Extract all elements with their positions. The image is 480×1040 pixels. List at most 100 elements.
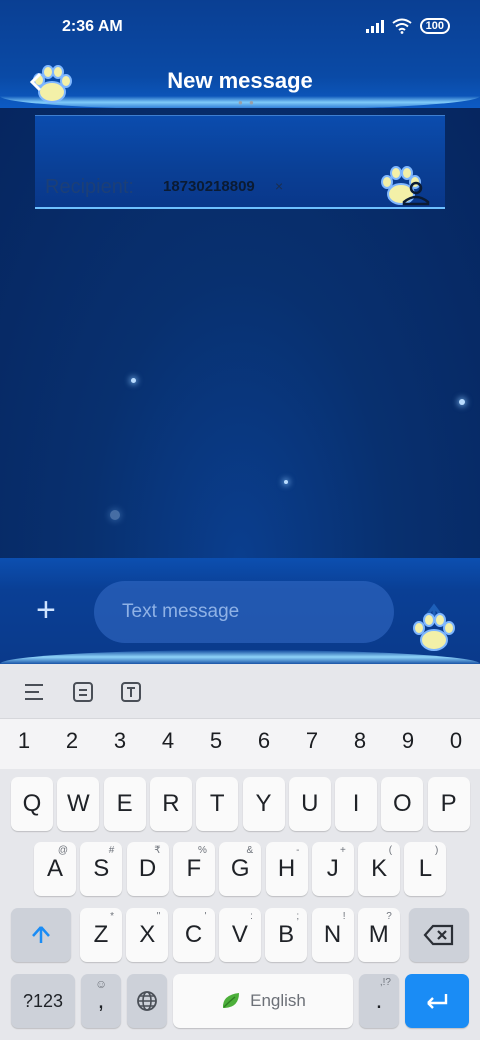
key-r-label: R xyxy=(162,790,180,817)
recipient-label: Recipient: xyxy=(45,176,134,198)
key-p-label: P xyxy=(440,790,457,817)
leaf-icon xyxy=(223,993,240,1008)
key-f-hint: % xyxy=(197,845,207,856)
key-g-hint: & xyxy=(246,845,254,856)
key-h-hint: - xyxy=(296,845,300,856)
key-g[interactable]: G & xyxy=(219,842,262,896)
backspace-key[interactable] xyxy=(409,908,469,962)
period-key-label: . xyxy=(375,987,383,1014)
key-a-hint: @ xyxy=(57,845,68,856)
sparkle-dot xyxy=(110,510,120,520)
number-key-2[interactable]: 2 xyxy=(57,728,87,754)
key-x[interactable]: X " xyxy=(126,908,169,962)
key-s[interactable]: S # xyxy=(80,842,123,896)
key-v-label: V xyxy=(231,921,248,948)
key-c-hint: ' xyxy=(204,911,207,922)
number-key-8[interactable]: 8 xyxy=(345,728,375,754)
key-o[interactable]: O xyxy=(381,777,424,831)
remove-recipient-icon[interactable]: × xyxy=(275,178,283,194)
space-bar[interactable]: English xyxy=(173,974,353,1028)
key-m-hint: ? xyxy=(386,911,392,922)
key-l-label: L xyxy=(418,855,433,882)
globe-icon xyxy=(137,991,157,1011)
key-c[interactable]: C ' xyxy=(172,908,215,962)
number-key-7[interactable]: 7 xyxy=(297,728,327,754)
number-key-0[interactable]: 0 xyxy=(441,728,471,754)
add-contact-icon[interactable] xyxy=(375,160,433,210)
key-e-label: E xyxy=(116,790,133,817)
period-key-hint: ,!? xyxy=(379,977,391,988)
emoji-icon: ☺ xyxy=(95,977,108,991)
page-title: New message xyxy=(167,68,313,93)
key-y[interactable]: Y xyxy=(242,777,285,831)
key-q[interactable]: Q xyxy=(11,777,53,831)
key-w[interactable]: W xyxy=(57,777,100,831)
number-key-3[interactable]: 3 xyxy=(105,728,135,754)
key-o-label: O xyxy=(393,790,412,817)
key-s-hint: # xyxy=(108,845,115,856)
page-indicator: ● ● xyxy=(238,98,256,107)
symbols-key[interactable]: ?123 xyxy=(11,974,75,1028)
comma-key[interactable]: , ☺ xyxy=(81,974,121,1028)
key-a[interactable]: A @ xyxy=(34,842,76,896)
text-format-icon[interactable] xyxy=(119,680,143,704)
key-f-label: F xyxy=(186,855,202,882)
key-l[interactable]: L) xyxy=(404,842,447,896)
key-x-hint: " xyxy=(156,911,161,922)
sparkle-dot xyxy=(284,480,288,484)
key-b-hint: ; xyxy=(296,911,300,922)
key-n[interactable]: N! xyxy=(311,908,354,962)
key-d-hint: ₹ xyxy=(154,845,161,856)
key-k[interactable]: K( xyxy=(358,842,401,896)
paw-send-icon[interactable] xyxy=(404,596,464,656)
key-w-label: W xyxy=(66,790,90,817)
signal-icon xyxy=(365,19,384,33)
backspace-icon xyxy=(423,924,454,946)
menu-lines-icon[interactable] xyxy=(22,680,46,704)
enter-key[interactable] xyxy=(405,974,469,1028)
key-b[interactable]: B; xyxy=(265,908,308,962)
period-key[interactable]: .,!? xyxy=(359,974,399,1028)
key-n-hint: ! xyxy=(342,911,346,922)
key-z[interactable]: Z * xyxy=(80,908,122,962)
comma-key-label: , xyxy=(97,987,105,1014)
key-e[interactable]: E xyxy=(103,777,146,831)
key-p[interactable]: P xyxy=(427,777,470,831)
sparkle-dot xyxy=(131,378,136,383)
shift-key[interactable] xyxy=(11,908,71,962)
recipient-chip[interactable]: 18730218809 xyxy=(163,178,255,195)
key-h-label: H xyxy=(277,855,296,882)
language-key[interactable] xyxy=(127,974,167,1028)
recipient-field[interactable]: Recipient: 18730218809 × xyxy=(35,115,445,209)
number-key-1[interactable]: 1 xyxy=(9,728,39,754)
key-x-label: X xyxy=(139,921,156,948)
key-u[interactable]: U xyxy=(288,777,331,831)
space-bar-label: English xyxy=(250,991,306,1010)
key-f[interactable]: F% xyxy=(172,842,215,896)
number-key-6[interactable]: 6 xyxy=(249,728,279,754)
key-i-label: I xyxy=(352,790,360,817)
key-d[interactable]: D ₹ xyxy=(126,842,169,896)
key-k-label: K xyxy=(371,855,388,882)
add-attachment-button[interactable]: + xyxy=(36,590,56,630)
key-t[interactable]: T xyxy=(196,777,239,831)
number-key-5[interactable]: 5 xyxy=(201,728,231,754)
key-v[interactable]: V: xyxy=(218,908,261,962)
key-r[interactable]: R xyxy=(149,777,192,831)
key-v-hint: : xyxy=(250,911,253,922)
key-h[interactable]: H- xyxy=(265,842,308,896)
key-j[interactable]: J + xyxy=(311,842,354,896)
key-m-label: M xyxy=(368,921,389,948)
symbols-key-label: ?123 xyxy=(22,990,64,1011)
number-key-9[interactable]: 9 xyxy=(393,728,423,754)
enter-arrow-icon xyxy=(427,994,448,1009)
clipboard-icon[interactable] xyxy=(71,680,95,704)
key-z-hint: * xyxy=(110,911,114,922)
key-m[interactable]: M? xyxy=(357,908,400,962)
key-j-label: J xyxy=(326,855,339,882)
message-input[interactable] xyxy=(94,581,394,643)
number-key-4[interactable]: 4 xyxy=(153,728,183,754)
key-s-label: S xyxy=(93,855,110,882)
key-i[interactable]: I xyxy=(335,777,378,831)
key-q-label: Q xyxy=(22,790,42,817)
